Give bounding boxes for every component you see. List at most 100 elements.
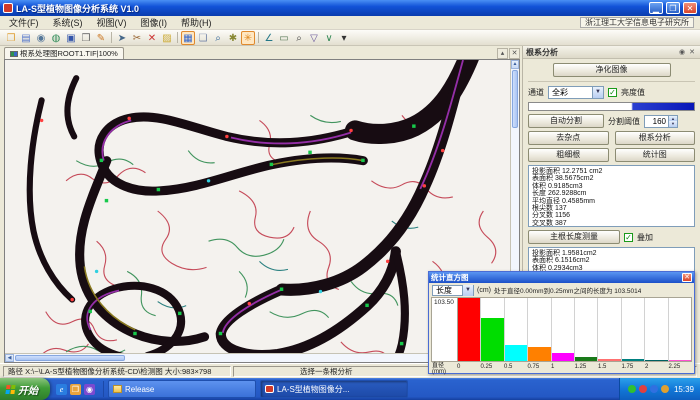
open-image-icon[interactable]: ❐ (4, 31, 18, 45)
purify-image-button[interactable]: 净化图像 (553, 63, 671, 77)
document-tab[interactable]: 根系处理图ROOT1.TIF|100% (4, 47, 124, 59)
unit-label: (cm) (477, 287, 491, 294)
close-document-icon[interactable]: ✕ (509, 48, 520, 59)
separator (528, 81, 695, 82)
preview-globe-icon[interactable]: ◍ (49, 31, 63, 45)
status-path: 路径 X:\~\LA-S型植物图像分析系统-CD\检测图 大小:983×798 (3, 366, 231, 377)
channel-select[interactable]: 全彩 ▼ (548, 86, 604, 99)
hist-bar (669, 360, 691, 361)
histogram-title: 统计直方图 (431, 272, 682, 283)
scroll-up-icon[interactable]: ▲ (511, 60, 519, 69)
menu-file[interactable]: 文件(F) (2, 16, 46, 29)
menu-image[interactable]: 图像(I) (134, 16, 175, 29)
folder-icon (113, 385, 122, 393)
auto-split-button[interactable]: 自动分割 (528, 114, 604, 128)
histogram-close-icon[interactable]: ✕ (682, 273, 692, 282)
maximize-button[interactable]: ❐ (666, 2, 680, 14)
x-tick-label: 1 (551, 364, 575, 370)
app-icon (3, 3, 13, 13)
cut-icon[interactable]: ✂ (130, 31, 144, 45)
scroll-left-icon[interactable]: ◀ (5, 354, 14, 362)
save-icon[interactable]: ▣ (64, 31, 78, 45)
hist-bar (505, 345, 527, 361)
toolbar-separator (177, 32, 178, 43)
histogram-info-text: 处于直径0.00mm到0.25mm之间的长度为 103.5014 (494, 285, 641, 295)
hist-bar (528, 347, 550, 361)
tray-network-icon[interactable] (650, 385, 658, 393)
task-las-app[interactable]: LA-S型植物图像分... (260, 380, 408, 398)
histogram-plot (458, 298, 691, 361)
x-tick-label: 1.5 (598, 364, 622, 370)
menu-system[interactable]: 系统(S) (46, 16, 90, 29)
media-player-icon[interactable]: ◉ (84, 384, 95, 395)
hist-bar (458, 298, 480, 361)
print-icon[interactable]: ❒ (79, 31, 93, 45)
rect-tool-icon[interactable]: ▭ (277, 31, 291, 45)
minimize-button[interactable]: ▁ (649, 2, 663, 14)
camera-icon[interactable]: ◉ (34, 31, 48, 45)
taskbar-separator (103, 381, 104, 397)
polygon-tool-icon[interactable]: ▽ (307, 31, 321, 45)
show-desktop-icon[interactable]: ❐ (70, 384, 81, 395)
hist-cell (458, 298, 481, 361)
tray-volume-icon[interactable] (661, 385, 669, 393)
luminance-checkbox[interactable]: ✓ (608, 88, 617, 97)
spin-down-icon[interactable]: ▼ (668, 121, 677, 127)
pin-icon[interactable]: ◉ (677, 48, 687, 56)
select-region-icon[interactable]: ▦ (181, 31, 195, 45)
panel-title: 根系分析 (526, 47, 677, 58)
horizontal-scroll-thumb[interactable] (15, 355, 125, 361)
quick-launch: e ❐ ◉ (50, 378, 101, 400)
main-root-measure-button[interactable]: 主根长度测量 (528, 230, 620, 244)
pointer-icon[interactable]: ➤ (115, 31, 129, 45)
histogram-title-bar[interactable]: 统计直方图 ✕ (429, 272, 694, 283)
threshold-spinner[interactable]: 160 ▲▼ (644, 115, 678, 128)
threshold-label: 分割阈值 (608, 116, 640, 127)
more-tools-icon[interactable]: ▾ (337, 31, 351, 45)
task-las-label: LA-S型植物图像分... (277, 384, 349, 395)
panel-close-icon[interactable]: ✕ (687, 48, 697, 56)
zoom-in-icon[interactable]: ⌕ (211, 31, 225, 45)
vertical-scroll-thumb[interactable] (512, 70, 518, 128)
branch-tool-icon[interactable]: ∨ (322, 31, 336, 45)
x-axis-ticks: 00.250.50.7511.251.51.7522.25 (457, 364, 692, 370)
ie-icon[interactable]: e (56, 384, 67, 395)
start-button[interactable]: 开始 (0, 378, 50, 400)
statistics-chart-button[interactable]: 统计图 (615, 148, 696, 162)
luminance-label: 亮度值 (621, 87, 645, 98)
hist-bar (552, 353, 574, 361)
threshold-gradient-slider[interactable] (528, 102, 695, 111)
menu-help[interactable]: 帮助(H) (174, 16, 219, 29)
results-all-roots: 投影面积 12.2751 cm2 表面积 38.5675cm2 体积 0.918… (528, 165, 695, 227)
application-window: LA-S型植物图像分析系统 V1.0 ▁ ❐ ✕ 文件(F) 系统(S) 视图(… (0, 0, 700, 400)
task-release[interactable]: Release (108, 380, 256, 398)
measure-angle-icon[interactable]: ∠ (262, 31, 276, 45)
settings-gear-icon[interactable]: ✱ (226, 31, 240, 45)
overlay-checkbox[interactable]: ✓ (624, 233, 633, 242)
coarse-fine-button[interactable]: 粗细根 (528, 148, 609, 162)
layers-icon[interactable]: ❏ (196, 31, 210, 45)
collapse-panel-icon[interactable]: ▴ (497, 48, 508, 59)
close-button[interactable]: ✕ (683, 2, 697, 14)
denoise-button[interactable]: 去杂点 (528, 131, 609, 145)
x-tick-label: 0.5 (504, 364, 528, 370)
hist-bar (598, 359, 620, 361)
metric-select[interactable]: 长度 ▼ (432, 285, 474, 296)
histogram-x-axis: 直径(mm) 00.250.50.7511.251.51.7522.25 (431, 362, 692, 372)
scan-icon[interactable]: ▤ (19, 31, 33, 45)
edit-pencil-icon[interactable]: ✎ (94, 31, 108, 45)
chevron-down-icon[interactable]: ▼ (592, 87, 603, 98)
magnifier-icon[interactable]: ⌕ (292, 31, 306, 45)
root-analysis-button[interactable]: 根系分析 (615, 131, 696, 145)
enhance-icon[interactable]: ✳ (241, 31, 255, 45)
menu-view[interactable]: 视图(V) (90, 16, 134, 29)
tray-alert-icon[interactable] (639, 385, 647, 393)
delete-icon[interactable]: ✕ (145, 31, 159, 45)
tray-shield-icon[interactable] (628, 385, 636, 393)
x-tick-label: 1.25 (575, 364, 599, 370)
chevron-down-icon[interactable]: ▼ (462, 285, 473, 296)
hist-cell (528, 298, 551, 361)
toolbar: ❐▤◉◍▣❒✎➤✂✕▨▦❏⌕✱✳∠▭⌕▽∨▾ (0, 30, 700, 46)
hist-bar (622, 359, 644, 361)
fill-icon[interactable]: ▨ (160, 31, 174, 45)
